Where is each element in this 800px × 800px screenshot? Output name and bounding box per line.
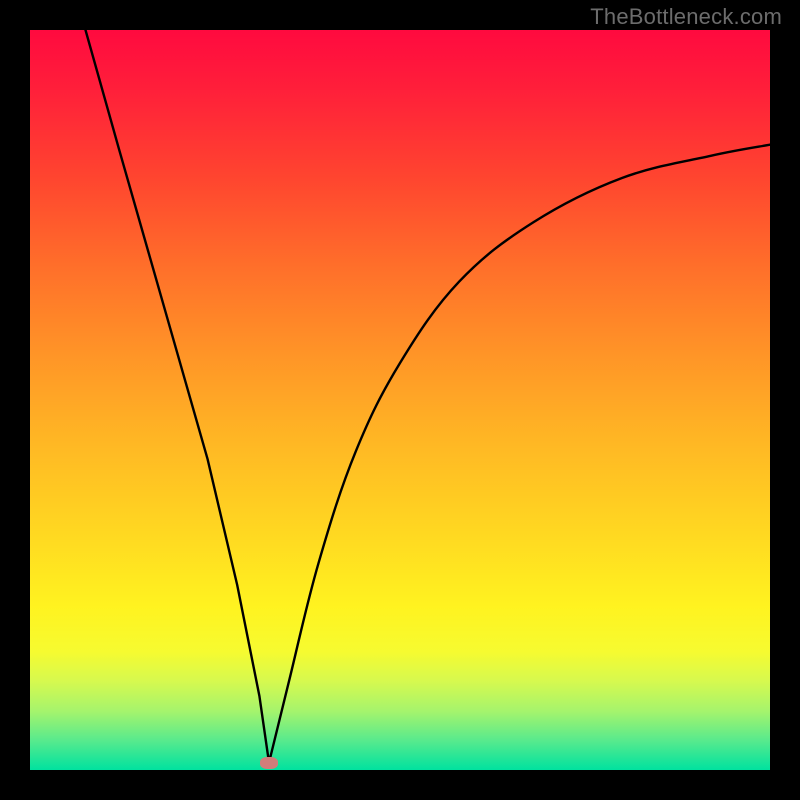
curve-path — [86, 30, 771, 763]
plot-area — [30, 30, 770, 770]
bottleneck-curve — [30, 30, 770, 770]
watermark-text: TheBottleneck.com — [590, 4, 782, 30]
minimum-marker — [260, 757, 278, 769]
chart-frame: TheBottleneck.com — [0, 0, 800, 800]
